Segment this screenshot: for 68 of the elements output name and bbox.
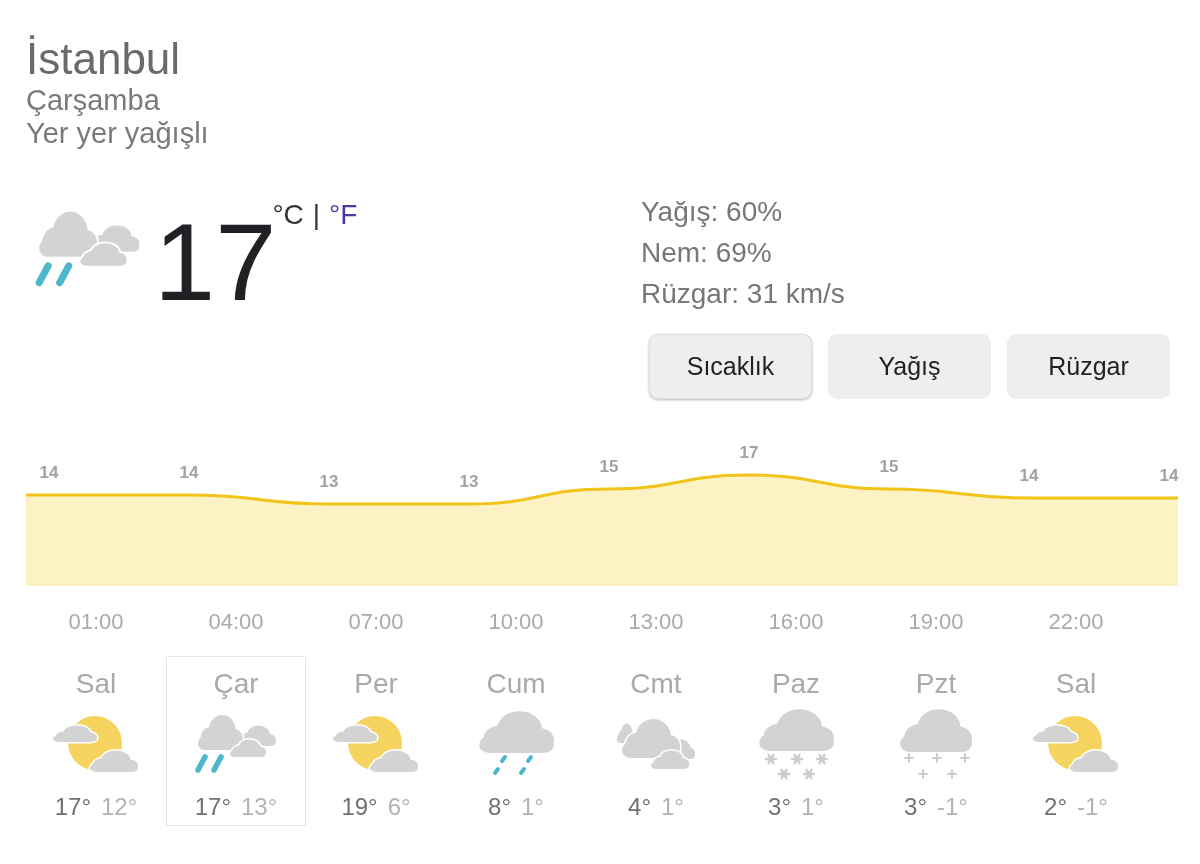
day-name: Çarşamba xyxy=(26,84,160,117)
temperature-reading: 13 xyxy=(459,472,479,491)
low-temperature: -1° xyxy=(1077,793,1108,821)
weekday-label: Cmt xyxy=(630,668,682,700)
temperature-reading: 13 xyxy=(319,472,339,491)
forecast-day[interactable]: Paz 3° 1° xyxy=(726,656,866,826)
weekday-label: Çar xyxy=(213,668,259,700)
rain-cloud-icon xyxy=(477,709,555,777)
weekday-label: Cum xyxy=(486,668,546,700)
low-temperature: -1° xyxy=(937,793,968,821)
low-temperature: 12° xyxy=(101,793,138,821)
forecast-day[interactable]: Sal 17° 12° xyxy=(26,656,166,826)
chart-tab[interactable]: Rüzgar xyxy=(1007,334,1170,399)
forecast-day[interactable]: Pzt 3° -1° xyxy=(866,656,1006,826)
sun-behind-clouds-icon xyxy=(53,714,139,772)
temperature-reading: 14 xyxy=(39,463,59,482)
city-name: İstanbul xyxy=(26,34,181,84)
low-temperature: 1° xyxy=(801,793,824,821)
high-temperature: 17° xyxy=(54,793,91,821)
low-temperature: 6° xyxy=(387,793,411,821)
clouds-icon xyxy=(617,716,695,770)
low-temperature: 1° xyxy=(521,793,544,821)
low-temperature: 1° xyxy=(661,793,684,821)
hour-label: 10:00 xyxy=(488,609,544,634)
weekday-label: Per xyxy=(354,668,398,700)
weekday-label: Pzt xyxy=(915,668,957,700)
unit-separator: | xyxy=(312,201,321,229)
hour-label: 22:00 xyxy=(1048,609,1104,634)
chart-tab[interactable]: Sıcaklık xyxy=(649,334,812,399)
temperature-reading: 17 xyxy=(739,443,759,462)
cloud-with-flakes-icon xyxy=(899,707,973,779)
clouds-with-rain-icon xyxy=(194,712,278,774)
high-temperature: 8° xyxy=(488,793,511,821)
forecast-day[interactable]: Sal 2° -1° xyxy=(1006,656,1146,826)
hour-label: 13:00 xyxy=(628,609,684,634)
weather-detail: Rüzgar: 31 km/s xyxy=(641,277,845,311)
forecast-day[interactable]: Çar 17° 13° xyxy=(166,656,306,826)
hour-label: 16:00 xyxy=(768,609,824,634)
weather-detail: Yağış: 60% xyxy=(641,195,783,229)
chart-tab[interactable]: Yağış xyxy=(828,334,991,399)
unit-link[interactable]: °F xyxy=(329,201,358,229)
temperature-reading: 14 xyxy=(179,463,199,482)
weekday-label: Paz xyxy=(771,668,821,700)
hour-label: 19:00 xyxy=(908,609,964,634)
high-temperature: 17° xyxy=(194,793,231,821)
temperature-reading: 15 xyxy=(599,457,619,476)
sun-behind-clouds-icon xyxy=(333,714,419,772)
high-temperature: 4° xyxy=(628,793,651,821)
forecast-day[interactable]: Cum 8° 1° xyxy=(446,656,586,826)
high-temperature: 3° xyxy=(768,793,791,821)
low-temperature: 13° xyxy=(241,793,278,821)
weather-detail: Nem: 69% xyxy=(641,236,772,270)
temperature-reading: 14 xyxy=(1159,466,1179,485)
forecast-day[interactable]: Per 19° 6° xyxy=(306,656,446,826)
hour-label: 04:00 xyxy=(208,609,264,634)
snow-cloud-icon xyxy=(757,706,835,780)
hour-label: 07:00 xyxy=(348,609,404,634)
weekday-label: Sal xyxy=(75,668,117,700)
temperature-reading: 15 xyxy=(879,457,899,476)
weekday-label: Sal xyxy=(1055,668,1097,700)
high-temperature: 3° xyxy=(904,793,927,821)
sun-behind-clouds-icon xyxy=(1033,714,1119,772)
weather-condition: Yer yer yağışlı xyxy=(26,117,209,150)
forecast-day[interactable]: Cmt 4° 1° xyxy=(586,656,726,826)
temperature-reading: 14 xyxy=(1019,466,1039,485)
high-temperature: 2° xyxy=(1044,793,1067,821)
hour-label: 01:00 xyxy=(68,609,124,634)
high-temperature: 19° xyxy=(341,793,378,821)
